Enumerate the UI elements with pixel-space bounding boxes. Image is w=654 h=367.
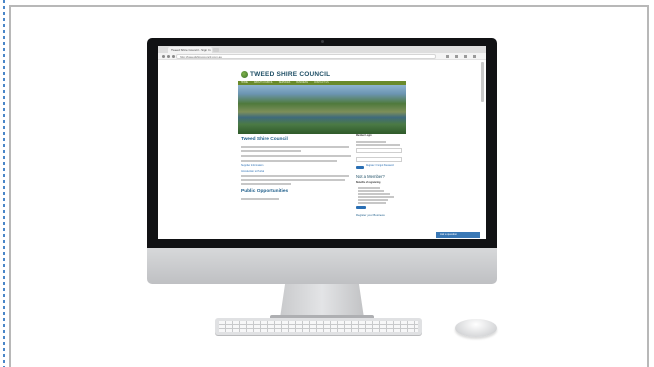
login-heading: Member Login: [356, 135, 372, 137]
frame-border-left: [9, 5, 11, 367]
paragraph-line: [241, 155, 351, 157]
web-page: TWEED SHIRE COUNCIL HOME ABOUT COUNCIL S…: [238, 62, 406, 239]
forward-icon[interactable]: [167, 55, 170, 58]
new-tab-button[interactable]: [213, 48, 219, 52]
mouse: [455, 319, 497, 337]
register-button[interactable]: [356, 206, 366, 209]
register-business-link[interactable]: Register your Business: [356, 213, 385, 217]
key-row-divider: [219, 324, 418, 325]
paragraph-line: [241, 198, 279, 200]
star-icon[interactable]: [446, 55, 449, 58]
paragraph-line: [241, 183, 291, 185]
monitor-screen: Tweed Shire Council - Sign In http://twe…: [158, 46, 486, 239]
logo-text: TWEED SHIRE COUNCIL: [250, 71, 331, 78]
key-row-divider: [219, 328, 418, 329]
sidebar-line: [356, 144, 400, 146]
supplier-info-link[interactable]: Supplier Information: [241, 164, 263, 167]
reload-icon[interactable]: [172, 55, 175, 58]
main-heading: Tweed Shire Council: [241, 137, 288, 142]
address-bar[interactable]: http://tweedshirecouncil.com.au: [176, 54, 436, 59]
paragraph-line: [241, 175, 349, 177]
benefit-item: [358, 193, 390, 195]
paragraph-line: [241, 150, 301, 152]
benefit-item: [358, 196, 394, 198]
portal-intro-link[interactable]: Introduction to Portal: [241, 170, 264, 173]
hero-banner-image: [238, 85, 406, 134]
menu-icon[interactable]: [473, 55, 476, 58]
extension-icon[interactable]: [455, 55, 458, 58]
keyboard-keys: [219, 321, 418, 332]
benefit-item: [358, 190, 384, 192]
frame-border-top: [9, 5, 649, 7]
monitor-stand: [280, 284, 364, 318]
ask-question-button[interactable]: Ask a question: [436, 232, 480, 238]
scrollbar-thumb[interactable]: [481, 62, 484, 102]
monitor-chin: [147, 248, 497, 284]
section-heading: Public Opportunities: [241, 189, 289, 194]
benefit-item: [358, 199, 388, 201]
email-field[interactable]: [356, 148, 402, 153]
screenshot-stage: Tweed Shire Council - Sign In http://twe…: [0, 0, 654, 367]
benefit-item: [358, 202, 386, 204]
sidebar-line: [356, 141, 386, 143]
profile-icon[interactable]: [464, 55, 467, 58]
register-forgot-link[interactable]: Register / Forgot Password: [366, 165, 394, 167]
benefit-item: [358, 187, 380, 189]
not-member-heading: Not a Member?: [356, 174, 385, 179]
benefits-heading: Benefits of registering: [356, 182, 381, 184]
paragraph-line: [241, 179, 345, 181]
paragraph-line: [241, 160, 337, 162]
login-sidebar: Member Login Register / Forgot Password …: [355, 134, 405, 239]
password-field[interactable]: [356, 157, 402, 162]
dashed-border-left: [3, 0, 5, 367]
back-icon[interactable]: [162, 55, 165, 58]
council-logo-icon: [241, 71, 248, 78]
camera-icon: [321, 40, 324, 43]
paragraph-line: [241, 146, 349, 148]
login-button[interactable]: [356, 166, 364, 169]
keyboard: [215, 318, 422, 335]
site-logo[interactable]: TWEED SHIRE COUNCIL: [241, 70, 341, 79]
frame-border-right: [647, 5, 649, 367]
